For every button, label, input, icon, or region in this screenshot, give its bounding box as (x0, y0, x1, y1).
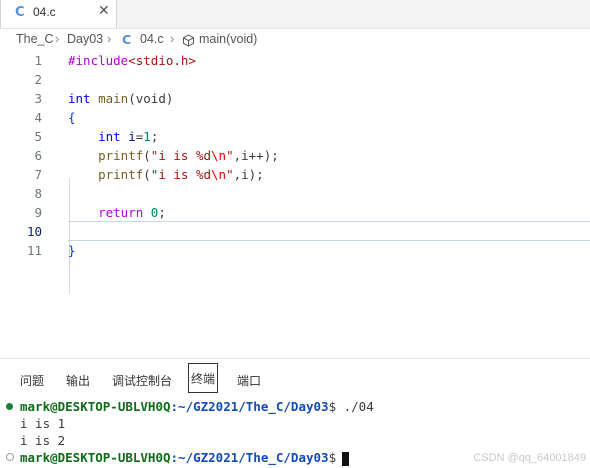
code-line: 11 } (0, 241, 590, 260)
code-line: 2 (0, 70, 590, 89)
breadcrumb-folder-day03[interactable]: Day03 (67, 32, 103, 46)
code-line: 1 #include<stdio.h> (0, 51, 590, 70)
terminal-line: mark@DESKTOP-UBLVH0Q:~/GZ2021/The_C/Day0… (20, 399, 374, 414)
breadcrumb: The_C › Day03 › C 04.c › main(void) (0, 29, 590, 51)
line-number: 11 (26, 243, 42, 258)
breadcrumb-symbol-main[interactable]: main(void) (199, 32, 257, 46)
breadcrumb-folder-the-c[interactable]: The_C (16, 32, 54, 46)
chevron-right-icon: › (107, 31, 112, 46)
line-number: 8 (34, 186, 42, 201)
watermark: CSDN @qq_64001849 (473, 452, 586, 464)
line-number: 10 (26, 224, 42, 239)
command-success-icon[interactable] (6, 403, 13, 410)
code-line: 3 int main(void) (0, 89, 590, 108)
command-pending-icon[interactable] (6, 453, 14, 461)
terminal-output: i is 1 (20, 416, 66, 431)
code-editor[interactable]: 1 #include<stdio.h> 2 3 int main(void) 4… (0, 50, 590, 350)
panel-divider (0, 358, 590, 359)
terminal-line: mark@DESKTOP-UBLVH0Q:~/GZ2021/The_C/Day0… (20, 449, 350, 466)
terminal-output: i is 2 (20, 433, 66, 448)
breadcrumb-file-04c[interactable]: 04.c (140, 32, 164, 46)
line-number: 9 (34, 205, 42, 220)
line-number: 5 (34, 129, 42, 144)
code-line: 7 printf("i is %d\n",i); (0, 165, 590, 184)
tab-terminal[interactable]: 终端 (188, 363, 219, 393)
chevron-right-icon: › (170, 31, 175, 46)
tab-label: 04.c (33, 5, 56, 19)
tab-problems[interactable]: 问题 (20, 372, 44, 389)
line-number: 1 (34, 53, 42, 68)
line-number: 3 (34, 91, 42, 106)
tab-ports[interactable]: 端口 (237, 372, 261, 389)
tab-output[interactable]: 输出 (66, 372, 90, 389)
close-icon[interactable]: ✕ (98, 4, 110, 18)
line-number: 6 (34, 148, 42, 163)
editor-tab-bar: C 04.c ✕ (0, 0, 590, 29)
editor-tab-04c[interactable]: C 04.c ✕ (0, 0, 117, 28)
c-language-icon: C (122, 32, 132, 47)
code-line: 4 { (0, 108, 590, 127)
c-language-icon: C (15, 5, 25, 20)
code-line: 5 int i=1; (0, 127, 590, 146)
line-number: 2 (34, 72, 42, 87)
symbol-method-icon (183, 34, 194, 47)
terminal-cursor (342, 451, 350, 466)
code-line: 6 printf("i is %d\n",i++); (0, 146, 590, 165)
code-line: 9 return 0; (0, 203, 590, 222)
chevron-right-icon: › (55, 31, 60, 46)
tab-debug-console[interactable]: 调试控制台 (112, 372, 172, 389)
line-number: 4 (34, 110, 42, 125)
code-line-active: 10 (0, 222, 590, 241)
code-line: 8 (0, 184, 590, 203)
line-number: 7 (34, 167, 42, 182)
